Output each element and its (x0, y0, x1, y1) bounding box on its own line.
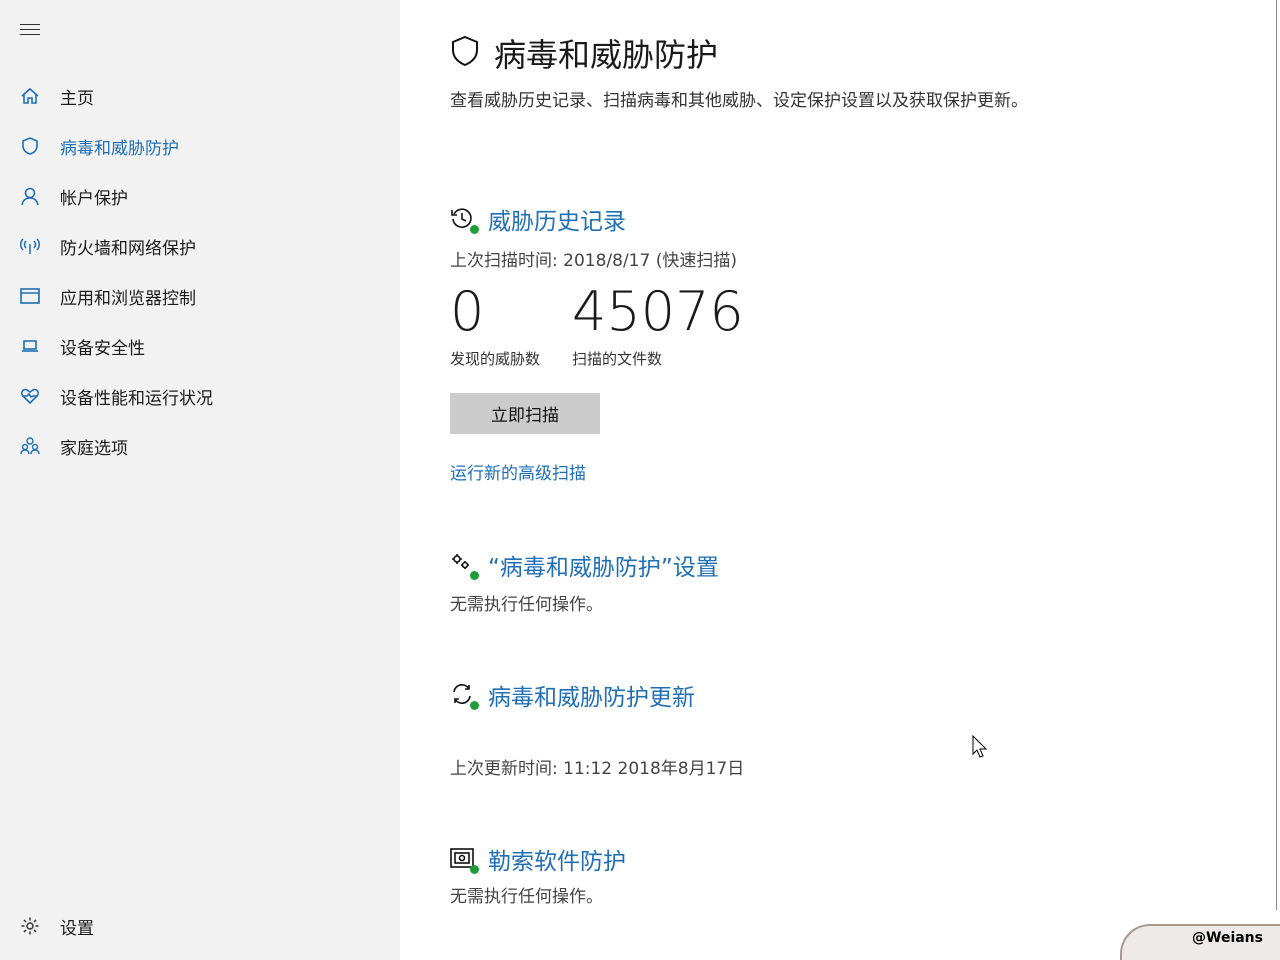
wireless-icon (20, 236, 40, 256)
refresh-icon (450, 682, 479, 710)
sidebar-item-virus-protection[interactable]: 病毒和威胁防护 (0, 126, 400, 166)
sidebar-item-label: 防火墙和网络保护 (60, 238, 196, 259)
sidebar: 主页 病毒和威胁防护 帐户保护 防火墙和网络保护 应用和浏览器控制 设备安全性 … (0, 0, 400, 960)
mouse-cursor-icon (972, 734, 988, 763)
scrollbar[interactable] (1276, 0, 1277, 910)
gears-icon (450, 552, 479, 580)
sidebar-item-label: 家庭选项 (60, 438, 128, 459)
browser-window-icon (20, 286, 40, 306)
sidebar-item-settings[interactable]: 设置 (0, 906, 400, 946)
shield-icon (450, 35, 480, 71)
threats-label: 发现的威胁数 (450, 350, 541, 368)
scan-now-button[interactable]: 立即扫描 (450, 393, 600, 434)
threat-history-heading[interactable]: 威胁历史记录 (450, 202, 626, 236)
sidebar-item-family[interactable]: 家庭选项 (0, 426, 400, 466)
laptop-icon (20, 336, 40, 356)
sidebar-item-label: 应用和浏览器控制 (60, 288, 196, 309)
page-description: 查看威胁历史记录、扫描病毒和其他威胁、设定保护设置以及获取保护更新。 (450, 91, 1028, 111)
ransomware-status: 无需执行任何操作。 (450, 887, 603, 907)
sidebar-item-firewall[interactable]: 防火墙和网络保护 (0, 226, 400, 266)
sidebar-item-label: 设备安全性 (60, 338, 145, 359)
files-count: 45076 (572, 280, 744, 343)
last-scan-text: 上次扫描时间: 2018/8/17 (快速扫描) (450, 251, 737, 271)
sidebar-item-app-browser[interactable]: 应用和浏览器控制 (0, 276, 400, 316)
sidebar-item-device-health[interactable]: 设备性能和运行状况 (0, 376, 400, 416)
settings-status: 无需执行任何操作。 (450, 595, 603, 615)
files-label: 扫描的文件数 (572, 350, 663, 368)
sidebar-item-home[interactable]: 主页 (0, 76, 400, 116)
history-clock-icon (450, 206, 479, 234)
family-icon (20, 436, 40, 456)
home-icon (20, 86, 40, 106)
sidebar-item-account-protection[interactable]: 帐户保护 (0, 176, 400, 216)
protection-settings-heading[interactable]: “病毒和威胁防护”设置 (450, 548, 719, 582)
sidebar-item-label: 帐户保护 (60, 188, 128, 209)
watermark: @Weians (1120, 924, 1280, 960)
person-icon (20, 186, 40, 206)
threats-count: 0 (450, 280, 485, 343)
ransomware-folder-icon (450, 846, 479, 874)
sidebar-item-label: 病毒和威胁防护 (60, 138, 179, 159)
sidebar-item-device-security[interactable]: 设备安全性 (0, 326, 400, 366)
protection-updates-heading[interactable]: 病毒和威胁防护更新 (450, 678, 695, 712)
page-title: 病毒和威胁防护 (450, 30, 718, 76)
ransomware-heading[interactable]: 勒索软件防护 (450, 842, 626, 876)
heart-icon (20, 386, 40, 406)
gear-icon (20, 916, 40, 936)
advanced-scan-link[interactable]: 运行新的高级扫描 (450, 459, 586, 484)
shield-icon (20, 136, 40, 156)
sidebar-item-label: 设置 (60, 918, 94, 939)
sidebar-item-label: 设备性能和运行状况 (60, 388, 213, 409)
sidebar-item-label: 主页 (60, 88, 94, 109)
hamburger-menu-icon[interactable] (20, 24, 40, 38)
last-update-text: 上次更新时间: 11:12 2018年8月17日 (450, 759, 745, 779)
